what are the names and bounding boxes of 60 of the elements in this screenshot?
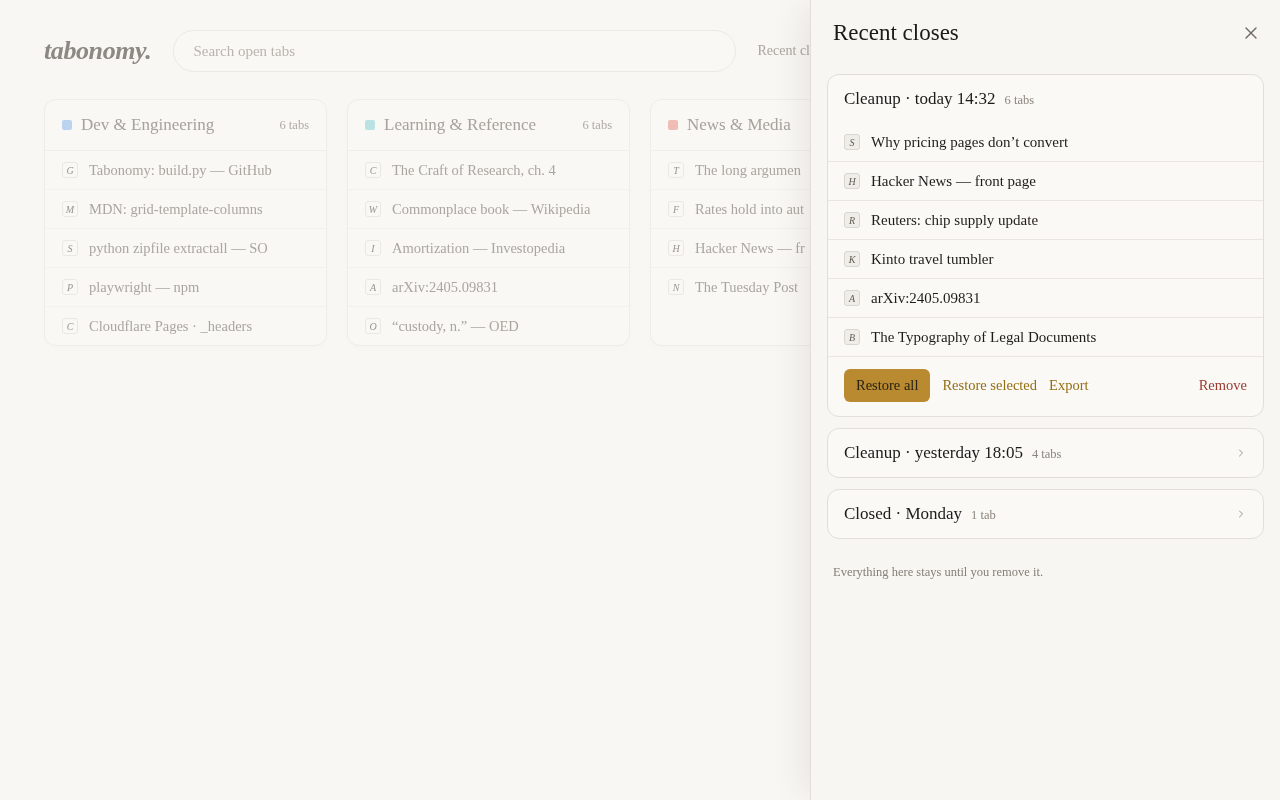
tab-title[interactable]: playwright — npm xyxy=(89,278,200,296)
favicon-letter: K xyxy=(844,251,860,267)
tab-title[interactable]: “custody, n.” — OED xyxy=(392,317,519,335)
tab-title[interactable]: The Tuesday Post xyxy=(695,278,799,296)
tab-title[interactable]: Amortization — Investopedia xyxy=(392,239,566,257)
favicon-letter: O xyxy=(365,318,381,334)
favicon-letter: C xyxy=(62,318,78,334)
tab-title[interactable]: Kinto travel tumbler xyxy=(871,250,994,268)
tab-count: 6 tabs xyxy=(1004,91,1035,108)
favicon-letter: H xyxy=(668,240,684,256)
restore-all-button[interactable]: Restore all xyxy=(844,369,931,402)
app-logo: tabonomy. xyxy=(44,36,152,66)
session-title[interactable]: Cleanup · today 14:32 xyxy=(844,89,996,109)
recent-closes-link[interactable]: Recent cl xyxy=(757,43,810,59)
tab-title[interactable]: arXiv:2405.09831 xyxy=(871,289,981,307)
group-title: News & Media xyxy=(687,115,791,135)
tab-title[interactable]: Hacker News — front page xyxy=(871,172,1036,190)
tab-count: 6 tabs xyxy=(279,117,309,133)
tab-title[interactable]: The long argumen xyxy=(695,161,802,179)
tab-title[interactable]: The Typography of Legal Documents xyxy=(871,328,1097,346)
remove-button[interactable]: Remove xyxy=(1198,377,1247,394)
favicon-letter: T xyxy=(668,162,684,178)
favicon-letter: M xyxy=(62,201,78,217)
favicon-letter: S xyxy=(62,240,78,256)
text-link-button[interactable]: Restore selected xyxy=(942,377,1038,394)
tab-title[interactable]: The Craft of Research, ch. 4 xyxy=(392,161,556,179)
favicon-letter: H xyxy=(844,173,860,189)
tab-title[interactable]: python zipfile extractall — SO xyxy=(89,239,268,257)
favicon-letter: I xyxy=(365,240,381,256)
panel-footnote: Everything here stays until you remove it. xyxy=(832,565,1045,580)
tab-count: 1 tab xyxy=(971,506,996,523)
panel-title: Recent closes xyxy=(833,20,959,46)
group-title: Dev & Engineering xyxy=(81,115,215,135)
tab-title[interactable]: Rates hold into aut xyxy=(695,200,805,218)
session-title[interactable]: Cleanup · yesterday 18:05 xyxy=(844,443,1023,463)
favicon-letter: F xyxy=(668,201,684,217)
favicon-letter: A xyxy=(844,290,860,306)
tab-title[interactable]: arXiv:2405.09831 xyxy=(392,278,498,296)
tab-count: 4 tabs xyxy=(1031,445,1062,462)
favicon-letter: S xyxy=(844,134,860,150)
group-title: Learning & Reference xyxy=(384,115,536,135)
favicon-letter: G xyxy=(62,162,78,178)
session-title[interactable]: Closed · Monday xyxy=(844,504,963,524)
tab-title[interactable]: Commonplace book — Wikipedia xyxy=(392,200,591,218)
tab-title[interactable]: Why pricing pages don’t convert xyxy=(871,133,1069,151)
tab-title[interactable]: Hacker News — fr xyxy=(695,239,805,257)
favicon-letter: W xyxy=(365,201,381,217)
favicon-letter: N xyxy=(668,279,684,295)
favicon-letter: B xyxy=(844,329,860,345)
text-link-button[interactable]: Export xyxy=(1049,377,1089,394)
favicon-letter: C xyxy=(365,162,381,178)
search-field[interactable]: Search open tabs xyxy=(173,30,736,72)
tab-title[interactable]: Reuters: chip supply update xyxy=(871,211,1039,229)
tab-count: 6 tabs xyxy=(582,117,612,133)
favicon-letter: P xyxy=(62,279,78,295)
favicon-letter: R xyxy=(844,212,860,228)
tab-title[interactable]: MDN: grid-template-columns xyxy=(89,200,263,218)
tab-title[interactable]: Tabonomy: build.py — GitHub xyxy=(89,161,272,179)
tab-title[interactable]: Cloudflare Pages · _headers xyxy=(89,317,253,335)
favicon-letter: A xyxy=(365,279,381,295)
